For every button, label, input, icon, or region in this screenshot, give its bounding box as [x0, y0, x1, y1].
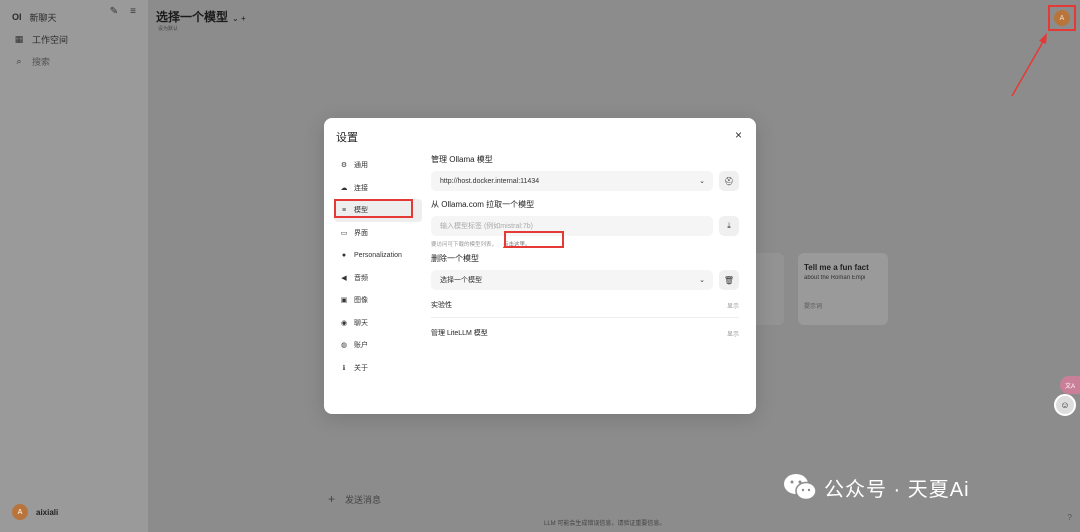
help-button[interactable]: ? — [1068, 513, 1072, 522]
chat-bubble-icon: ◉ — [340, 319, 348, 327]
download-icon: ⤓ — [727, 221, 731, 230]
cloud-icon: ☁ — [340, 184, 348, 192]
chevron-down-icon: ⌄ + — [232, 14, 246, 23]
chat-placeholder: 发送消息 — [345, 494, 382, 505]
hint-text: 要访问可下载的模型列表， — [431, 242, 498, 248]
nav-item-chats[interactable]: ◉ 聊天 — [334, 312, 422, 335]
ollama-url-select[interactable]: http://host.docker.internal:11434 ⌄ — [431, 171, 713, 191]
delete-model-select[interactable]: 选择一个模型 ⌄ — [431, 270, 713, 290]
chat-input[interactable]: + 发送消息 — [328, 492, 381, 506]
chevron-down-icon: ⌄ — [699, 277, 705, 284]
suggestion-title: Tell me a fun fact — [804, 263, 869, 272]
nav-label: 界面 — [354, 229, 368, 237]
pull-model-title: 从 Ollama.com 拉取一个模型 — [431, 200, 535, 209]
info-icon: ℹ — [342, 364, 346, 372]
suggestion-tag: 提示词 — [804, 304, 823, 310]
highlight-box-avatar — [1048, 5, 1076, 31]
person-icon: ● — [341, 251, 347, 259]
experimental-row: 实验性 显示 — [431, 298, 739, 312]
user-name: aixiali — [36, 507, 59, 517]
compose-icon[interactable]: ✎ — [110, 6, 118, 17]
nav-item-interface[interactable]: ▭ 界面 — [334, 222, 422, 245]
assistant-avatar[interactable]: ☺ — [1054, 394, 1076, 416]
divider — [431, 317, 739, 318]
settings-modal: 设置 × ⚙ 通用 ☁ 连接 ≡ 模型 ▭ 界面 ● Personalization ◀ 音… — [324, 118, 756, 414]
translate-float-button[interactable]: 文A — [1060, 376, 1080, 394]
new-chat-row[interactable]: OI 新聊天 ✎ ≡ — [0, 6, 148, 28]
workspace-label: 工作空间 — [32, 34, 69, 45]
chevron-down-icon: ⌄ — [699, 178, 705, 185]
avatar: A — [12, 504, 28, 520]
nav-item-connections[interactable]: ☁ 连接 — [334, 177, 422, 200]
nav-label: 音频 — [354, 274, 368, 282]
nav-item-account[interactable]: ◍ 账户 — [334, 334, 422, 357]
nav-label: 通用 — [354, 162, 368, 170]
nav-label: Personalization — [354, 251, 402, 259]
app-logo: OI — [12, 12, 22, 22]
highlight-box-models-nav — [334, 199, 413, 218]
sidebar-toggle-icon[interactable]: ≡ — [130, 6, 136, 17]
watermark: 公众号 · 天夏Ai — [782, 472, 970, 502]
plus-icon[interactable]: + — [328, 492, 335, 506]
highlight-box-click-here — [504, 231, 564, 248]
wechat-icon — [784, 474, 817, 501]
models-settings: 管理 Ollama 模型 http://host.docker.internal… — [431, 154, 739, 340]
user-circle-icon: ◍ — [340, 342, 348, 350]
disclaimer: LLM 可能会生成错误信息，请验证重要信息。 — [544, 521, 666, 527]
nav-label: 连接 — [354, 184, 368, 192]
search-icon: ⌕ — [16, 55, 22, 66]
trash-icon: 🗑 — [723, 275, 735, 285]
gear-icon: ⚙ — [340, 162, 348, 170]
suggestion-subtitle: about the Roman Empi — [804, 275, 866, 281]
ollama-url-value: http://host.docker.internal:11434 — [440, 177, 540, 185]
nav-label: 关于 — [354, 364, 368, 372]
monitor-icon: ▭ — [340, 229, 348, 237]
sidebar-search[interactable]: ⌕ 搜索 — [0, 50, 148, 72]
nav-label: 聊天 — [354, 319, 368, 327]
model-selector-label: 选择一个模型 — [156, 10, 229, 24]
delete-model-title: 删除一个模型 — [431, 254, 479, 263]
sidebar: OI 新聊天 ✎ ≡ ▦ 工作空间 ⌕ 搜索 A aixiali — [0, 0, 148, 532]
sidebar-item-workspace[interactable]: ▦ 工作空间 — [0, 28, 148, 50]
litellm-row: 管理 LiteLLM 模型 显示 — [431, 326, 739, 340]
delete-model-button[interactable]: 🗑 — [719, 270, 739, 290]
model-list-hint: 要访问可下载的模型列表， 点击这里。 — [431, 240, 739, 248]
nav-item-personalization[interactable]: ● Personalization — [334, 244, 422, 267]
close-icon[interactable]: × — [735, 128, 742, 142]
model-tag-input[interactable]: 输入模型标签 (例如mistral:7b) — [431, 216, 713, 236]
nav-label: 图像 — [354, 297, 368, 305]
image-icon: ▣ — [340, 297, 348, 305]
watermark-text: 公众号 · 天夏Ai — [824, 478, 970, 501]
ollama-manage-button[interactable]: ⛑ — [719, 171, 739, 191]
litellm-label: 管理 LiteLLM 模型 — [431, 330, 488, 337]
experimental-show-toggle[interactable]: 显示 — [727, 301, 739, 310]
speaker-icon: ◀ — [341, 274, 347, 282]
manage-ollama-title: 管理 Ollama 模型 — [431, 155, 493, 164]
new-chat-label[interactable]: 新聊天 — [30, 11, 57, 24]
user-menu[interactable]: A aixiali — [12, 504, 58, 520]
model-selector[interactable]: 选择一个模型 ⌄ + — [156, 8, 246, 25]
nav-item-audio[interactable]: ◀ 音频 — [334, 267, 422, 290]
litellm-show-toggle[interactable]: 显示 — [727, 329, 739, 338]
pull-model-button[interactable]: ⤓ — [719, 216, 739, 236]
ollama-icon: ⛑ — [723, 176, 735, 186]
delete-model-value: 选择一个模型 — [440, 277, 482, 284]
experimental-label: 实验性 — [431, 302, 452, 309]
nav-item-images[interactable]: ▣ 图像 — [334, 289, 422, 312]
nav-item-general[interactable]: ⚙ 通用 — [334, 154, 422, 177]
set-default-link[interactable]: 设为默认 — [158, 25, 178, 32]
nav-item-about[interactable]: ℹ 关于 — [334, 357, 422, 380]
settings-nav: ⚙ 通用 ☁ 连接 ≡ 模型 ▭ 界面 ● Personalization ◀ 音频 ▣ 图像… — [334, 154, 422, 379]
search-label: 搜索 — [32, 56, 51, 67]
modal-title: 设置 — [336, 132, 358, 144]
grid-icon: ▦ — [14, 33, 24, 44]
suggestion-card[interactable]: Tell me a fun fact about the Roman Empi … — [798, 253, 888, 325]
nav-label: 账户 — [354, 342, 368, 350]
